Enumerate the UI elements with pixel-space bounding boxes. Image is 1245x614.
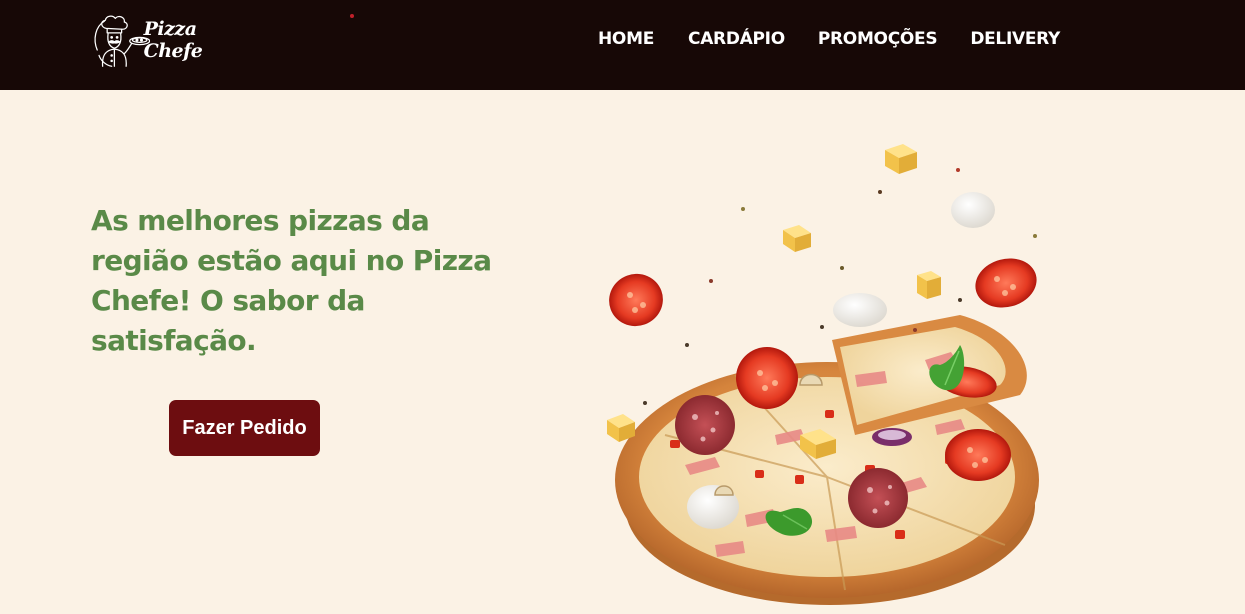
top-navbar: Pizza Chefe HOME CARDÁPIO PROMOÇÕES DELI… xyxy=(0,0,1245,90)
brand-name: Pizza Chefe xyxy=(143,18,203,62)
chef-holding-pizza-icon xyxy=(94,15,150,67)
nav-item-home[interactable]: HOME xyxy=(598,27,654,51)
decorative-dot xyxy=(350,14,354,18)
brand-logo[interactable]: Pizza Chefe xyxy=(90,11,250,71)
hero-title: As melhores pizzas da região estão aqui … xyxy=(91,204,492,357)
main-nav: HOME CARDÁPIO PROMOÇÕES DELIVERY xyxy=(598,27,1060,51)
nav-item-delivery[interactable]: DELIVERY xyxy=(970,27,1060,51)
pizza-with-flying-toppings-image xyxy=(607,144,1039,605)
order-button[interactable]: Fazer Pedido xyxy=(169,400,320,456)
nav-item-cardapio[interactable]: CARDÁPIO xyxy=(688,27,785,51)
nav-item-promocoes[interactable]: PROMOÇÕES xyxy=(818,27,938,51)
